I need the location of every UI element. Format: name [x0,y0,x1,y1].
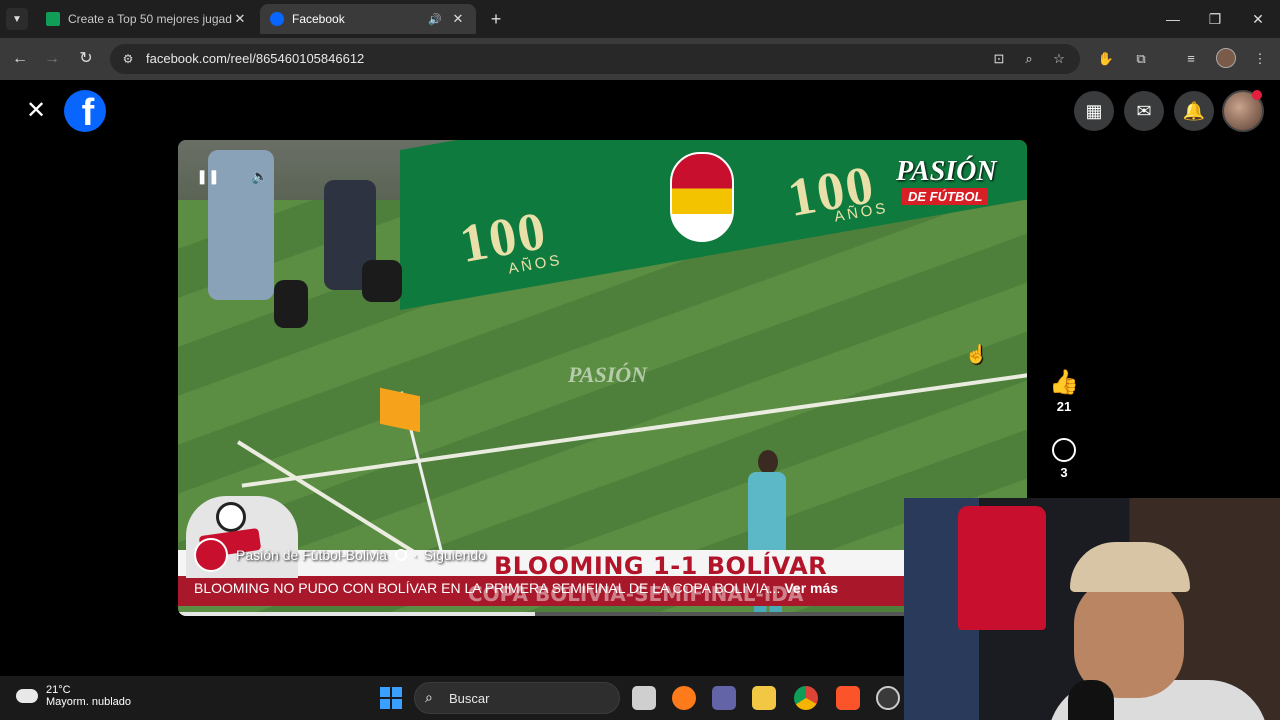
close-reel-icon[interactable]: ✕ [24,99,48,123]
video-progress-fill [178,612,535,616]
author-avatar[interactable] [194,538,228,572]
close-tab-icon[interactable]: ✕ [450,11,466,27]
file-explorer-icon[interactable] [752,686,776,710]
tab-search-icon[interactable]: ▼ [6,8,28,30]
tab-facebook[interactable]: Facebook 🔊 ✕ [260,4,476,34]
notifications-bell-icon[interactable]: 🔔 [1174,91,1214,131]
pause-icon[interactable]: ❚❚ [196,164,220,188]
taskbar: 21°C Mayorm. nublado ⌕ Buscar [0,676,904,720]
follow-status[interactable]: Siguiendo [424,547,486,563]
forward-icon[interactable]: → [40,47,64,71]
close-window-icon[interactable]: ✕ [1243,6,1273,32]
football-icon [216,502,246,532]
jersey-on-wall [958,506,1046,630]
reel-video[interactable]: 100 AÑOS 100 AÑOS ❚❚ 🔈 PASIÓN DE FÚTBOL … [178,140,1027,616]
windows-start-icon[interactable] [380,687,402,709]
browser-toolbar: ← → ↻ ⚙ facebook.com/reel/86546010584661… [0,38,1280,80]
back-icon[interactable]: ← [8,47,32,71]
thumbs-up-icon[interactable]: 👍 [1044,368,1084,398]
mute-icon[interactable]: 🔈 [248,164,272,188]
close-tab-icon[interactable]: ✕ [232,11,248,27]
teams-icon[interactable] [712,686,736,710]
address-bar[interactable]: ⚙ facebook.com/reel/865460105846612 ⊡ ⌕ … [110,44,1080,74]
temperature: 21°C [46,684,71,696]
browser-profile-avatar[interactable] [1216,48,1236,68]
caption-text: BLOOMING NO PUDO CON BOLÍVAR EN LA PRIME… [194,580,781,596]
brave-icon[interactable] [836,686,860,710]
comment-count: 3 [1060,465,1068,480]
video-progress-bar[interactable] [178,612,1027,616]
see-more-link[interactable]: Ver más [784,580,838,596]
like-count: 21 [1056,399,1072,414]
search-icon: ⌕ [425,689,433,705]
url-text[interactable]: facebook.com/reel/865460105846612 [146,51,364,66]
microphone [1068,680,1114,720]
minimize-icon[interactable]: — [1158,6,1188,32]
site-info-icon[interactable]: ⚙ [120,51,136,67]
separator: · [412,547,418,563]
globe-icon [394,549,407,561]
reload-icon[interactable]: ↻ [74,47,98,71]
weather-widget[interactable]: 21°C Mayorm. nublado [16,683,131,708]
facebook-favicon-icon [270,12,284,26]
facebook-logo[interactable]: f [64,90,106,132]
webcam-overlay [904,498,1280,720]
center-watermark: PASIÓN [568,362,648,387]
notification-badge [1252,90,1262,100]
zoom-icon[interactable]: ⌕ [1020,50,1038,68]
new-tab-button[interactable]: + [486,8,506,30]
tab-create-top-50[interactable]: Create a Top 50 mejores jugadores ✕ [36,4,258,34]
weather-condition: Mayorm. nublado [46,696,131,708]
sheets-icon [46,12,60,26]
firefox-icon[interactable] [672,686,696,710]
comment-button[interactable]: 3 [1044,434,1084,482]
extension-icon[interactable]: ✋ [1096,49,1116,69]
audio-playing-icon[interactable]: 🔊 [428,13,444,26]
task-view-icon[interactable] [632,686,656,710]
federation-crest [670,152,734,242]
partly-cloudy-icon [16,683,38,703]
install-app-icon[interactable]: ⊡ [990,50,1008,68]
camera-bag [362,260,402,302]
channel-watermark: PASIÓN DE FÚTBOL [896,156,997,205]
taskbar-search[interactable]: ⌕ Buscar [414,682,620,714]
reel-author[interactable]: Pasión de Fútbol-Bolivia · Siguiendo [194,538,486,572]
like-button[interactable]: 👍 21 [1044,368,1084,416]
tab-title: Facebook [292,12,345,26]
media-control-icon[interactable]: ≡ [1181,49,1201,69]
bookmark-star-icon[interactable]: ☆ [1050,50,1068,68]
author-name[interactable]: Pasión de Fútbol-Bolivia [236,547,387,563]
app-icon[interactable] [876,686,900,710]
browser-menu-icon[interactable]: ⋮ [1250,49,1270,69]
reel-caption: BLOOMING NO PUDO CON BOLÍVAR EN LA PRIME… [194,580,838,596]
tab-title: Create a Top 50 mejores jugadores [68,12,232,26]
extensions-puzzle-icon[interactable]: ⧉ [1131,49,1151,69]
comment-icon[interactable] [1044,434,1084,464]
menu-grid-icon[interactable]: ▦ [1074,91,1114,131]
restore-icon[interactable]: ❐ [1200,6,1230,32]
tab-strip: ▼ Create a Top 50 mejores jugadores ✕ Fa… [0,0,1280,38]
camera-bag [274,280,308,328]
search-placeholder: Buscar [449,691,490,706]
hand-cursor-icon: ☝ [965,344,988,364]
messenger-icon[interactable]: ✉ [1124,91,1164,131]
chrome-icon[interactable] [794,686,818,710]
